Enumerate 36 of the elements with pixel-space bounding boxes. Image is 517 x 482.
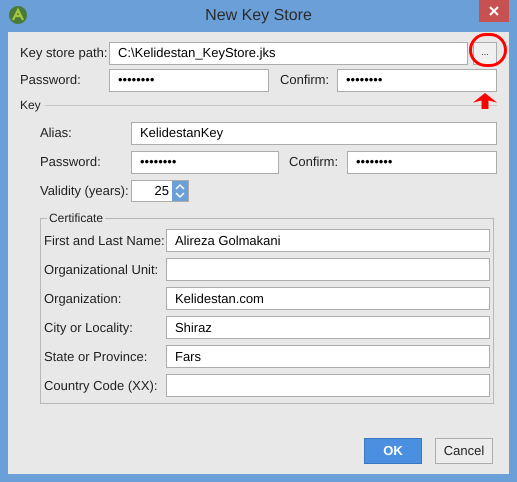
input-field[interactable] — [166, 258, 490, 281]
field-label: Key store path: — [20, 44, 104, 62]
field-label: Country Code (XX): — [44, 376, 158, 395]
close-icon — [489, 6, 499, 16]
field-label: City or Locality: — [44, 318, 134, 337]
input-field[interactable]: Alireza Golmakani — [166, 229, 490, 252]
field-label: Confirm: — [280, 71, 330, 90]
field-label: Validity (years): — [40, 182, 130, 200]
field-label: State or Province: — [44, 348, 148, 366]
field-label: Organization: — [44, 290, 122, 308]
password-field[interactable]: •••••••• — [109, 68, 269, 92]
annotation-arrow — [472, 93, 498, 109]
input-field[interactable]: C:\Kelidestan_KeyStore.jks — [109, 42, 468, 64]
field-label: Confirm: — [289, 153, 340, 172]
close-button[interactable] — [479, 0, 509, 22]
field-label: Password: — [20, 71, 82, 90]
input-field[interactable]: Kelidestan.com — [166, 287, 490, 310]
number-spinner[interactable]: 25 — [131, 180, 189, 202]
input-field[interactable] — [166, 374, 490, 397]
input-field[interactable]: KelidestanKey — [131, 122, 497, 144]
field-label: First and Last Name: — [44, 232, 166, 250]
password-field[interactable]: •••••••• — [347, 150, 497, 174]
android-icon — [8, 5, 28, 25]
password-field[interactable]: •••••••• — [131, 150, 279, 174]
up-down-icon — [172, 181, 188, 201]
browse-button[interactable]: ... — [473, 42, 497, 64]
input-field[interactable]: Fars — [166, 345, 490, 368]
field-label: Organizational Unit: — [44, 260, 160, 279]
window-title: New Key Store — [205, 6, 312, 26]
field-label: Alias: — [40, 124, 73, 142]
cancel-button[interactable]: Cancel — [435, 438, 493, 464]
password-field[interactable]: •••••••• — [337, 68, 497, 92]
section-title: Key — [20, 97, 41, 114]
field-label: Password: — [40, 153, 102, 172]
input-field[interactable]: Shiraz — [166, 316, 490, 339]
group-title: Certificate — [47, 211, 106, 225]
